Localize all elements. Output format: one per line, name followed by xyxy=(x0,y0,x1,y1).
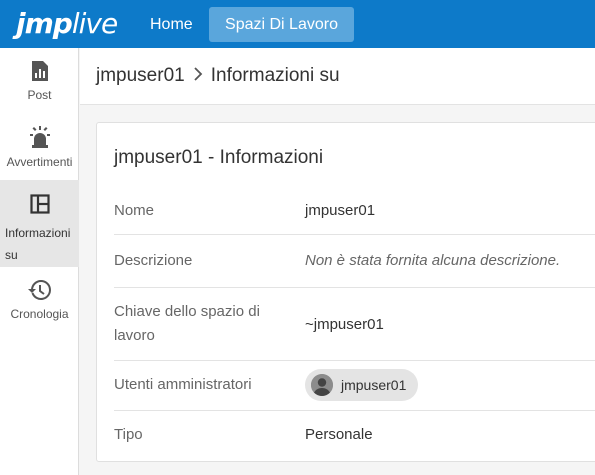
top-bar: jmplive Home Spazi Di Lavoro xyxy=(0,0,595,48)
admin-user-chip[interactable]: jmpuser01 xyxy=(305,369,419,401)
info-row-descrizione: Descrizione Non è stata fornita alcuna d… xyxy=(114,235,595,288)
row-key: Chiave dello spazio di lavoro xyxy=(114,303,260,344)
chart-icon xyxy=(31,61,48,81)
sidebar-item-label: Informazioni su xyxy=(5,226,71,262)
info-row-chiave: Chiave dello spazio di lavoro ~jmpuser01 xyxy=(114,288,595,361)
sidebar-item-label: Post xyxy=(27,88,52,102)
sidebar-item-informazioni-su[interactable]: Informazioni su xyxy=(0,180,79,267)
history-icon xyxy=(27,280,51,300)
chip-label: jmpuser01 xyxy=(341,377,407,393)
row-key: Utenti amministratori xyxy=(114,376,252,393)
avatar xyxy=(311,374,333,396)
sidebar-item-cronologia[interactable]: Cronologia xyxy=(0,279,79,337)
user-avatar-icon xyxy=(311,374,333,396)
layout-icon xyxy=(30,194,50,214)
row-key: Tipo xyxy=(114,426,143,443)
nav-spazi-di-lavoro-button[interactable]: Spazi Di Lavoro xyxy=(209,7,354,42)
chevron-right-icon xyxy=(194,67,202,81)
logo-live-text: live xyxy=(71,7,118,40)
sidebar: Post Avvertimenti Informazioni su Cronol… xyxy=(0,48,79,475)
row-value: Non è stata fornita alcuna descrizione. xyxy=(305,252,561,269)
info-card: jmpuser01 - Informazioni Nome jmpuser01 … xyxy=(96,122,595,462)
card-title: jmpuser01 - Informazioni xyxy=(114,147,324,168)
page-header: jmpuser01 Informazioni su xyxy=(80,48,595,105)
breadcrumb-user-link[interactable]: jmpuser01 xyxy=(96,65,185,86)
sidebar-item-post[interactable]: Post xyxy=(0,60,79,118)
breadcrumb: jmpuser01 Informazioni su xyxy=(96,65,340,87)
row-key: Descrizione xyxy=(114,252,193,269)
info-row-nome: Nome jmpuser01 xyxy=(114,183,595,235)
jmp-live-logo[interactable]: jmplive xyxy=(16,6,118,42)
alarm-icon xyxy=(29,126,50,148)
row-value: Personale xyxy=(305,426,373,443)
row-value: jmpuser01 xyxy=(305,202,376,219)
breadcrumb-current-page: Informazioni su xyxy=(210,65,340,86)
sidebar-item-label: Avvertimenti xyxy=(6,155,73,169)
nav-home-link[interactable]: Home xyxy=(138,7,205,42)
row-key: Nome xyxy=(114,202,155,219)
info-row-utenti-amministratori: Utenti amministratori jmpuser01 xyxy=(114,361,595,411)
sidebar-item-avvertimenti[interactable]: Avvertimenti xyxy=(0,125,79,183)
logo-jmp-text: jmp xyxy=(16,7,73,40)
sidebar-item-label: Cronologia xyxy=(10,307,69,321)
info-row-tipo: Tipo Personale xyxy=(114,411,595,461)
row-value: ~jmpuser01 xyxy=(305,316,384,333)
